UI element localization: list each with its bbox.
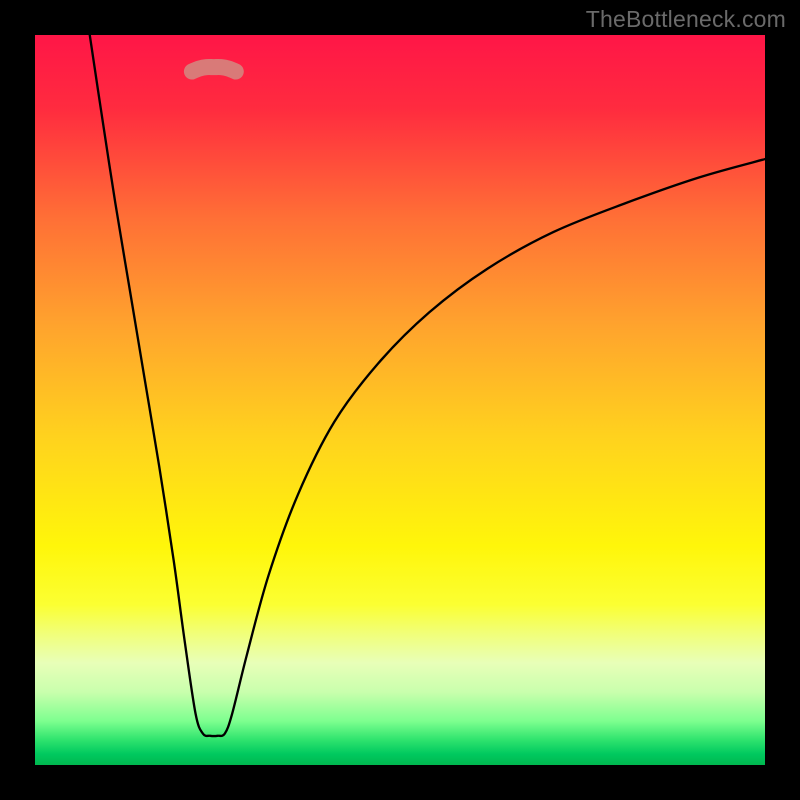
bottleneck-curve [90,35,765,736]
watermark-text: TheBottleneck.com [586,6,786,33]
chart-frame: TheBottleneck.com [0,0,800,800]
curve-layer [35,35,765,765]
plot-area [35,35,765,765]
curve-floor-highlight [192,67,236,71]
